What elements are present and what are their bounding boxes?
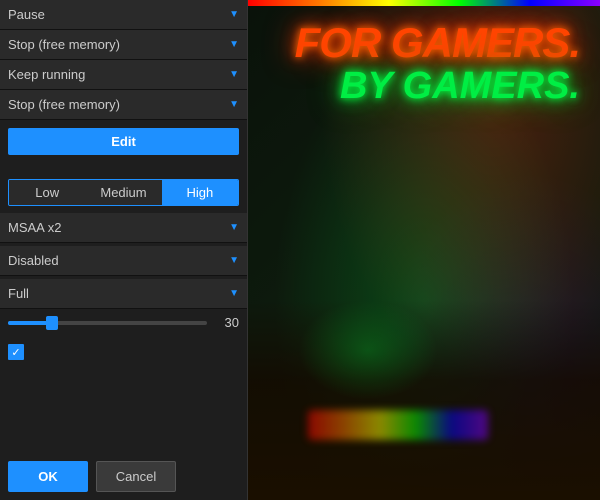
pause-dropdown[interactable]: Pause ▼ [0, 0, 247, 30]
check-icon: ✓ [11, 346, 20, 359]
monitor-glow [298, 300, 438, 400]
pause-label: Pause [8, 7, 225, 22]
keyboard-glow [308, 410, 488, 440]
msaa-arrow-icon: ▼ [229, 222, 239, 233]
msaa-dropdown[interactable]: MSAA x2 ▼ [0, 213, 247, 243]
neon-sign-line1: FOR GAMERS. [248, 10, 600, 66]
checkbox-row: ✓ [0, 336, 247, 368]
disabled-arrow-icon: ▼ [229, 255, 239, 266]
checkbox[interactable]: ✓ [8, 344, 24, 360]
disabled-label: Disabled [8, 253, 225, 268]
ok-button[interactable]: OK [8, 461, 88, 492]
tab-medium[interactable]: Medium [85, 180, 161, 205]
gaming-background: FOR GAMERS. BY GAMERS. [248, 0, 600, 500]
tab-high[interactable]: High [162, 180, 238, 205]
bottom-buttons: OK Cancel [0, 453, 247, 500]
settings-panel: Pause ▼ Stop (free memory) ▼ Keep runnin… [0, 0, 248, 500]
stop-free-1-label: Stop (free memory) [8, 37, 225, 52]
slider-track[interactable] [8, 321, 207, 325]
slider-value: 30 [215, 315, 239, 330]
stop-free-1-arrow-icon: ▼ [229, 39, 239, 50]
neon-sign-line2: BY GAMERS. [248, 66, 600, 108]
keep-running-dropdown[interactable]: Keep running ▼ [0, 60, 247, 90]
stop-free-1-dropdown[interactable]: Stop (free memory) ▼ [0, 30, 247, 60]
edit-button[interactable]: Edit [8, 128, 239, 155]
full-arrow-icon: ▼ [229, 288, 239, 299]
stop-free-2-label: Stop (free memory) [8, 97, 225, 112]
quality-tabs: Low Medium High [8, 179, 239, 206]
cancel-button[interactable]: Cancel [96, 461, 176, 492]
keep-running-arrow-icon: ▼ [229, 69, 239, 80]
slider-row: 30 [0, 309, 247, 336]
stop-free-2-dropdown[interactable]: Stop (free memory) ▼ [0, 90, 247, 120]
disabled-dropdown[interactable]: Disabled ▼ [0, 246, 247, 276]
background-panel: FOR GAMERS. BY GAMERS. [248, 0, 600, 500]
spacer [0, 163, 247, 175]
slider-thumb[interactable] [46, 316, 58, 330]
stop-free-2-arrow-icon: ▼ [229, 99, 239, 110]
full-label: Full [8, 286, 225, 301]
msaa-label: MSAA x2 [8, 220, 225, 235]
tab-low[interactable]: Low [9, 180, 85, 205]
pause-arrow-icon: ▼ [229, 9, 239, 20]
full-dropdown[interactable]: Full ▼ [0, 279, 247, 309]
keep-running-label: Keep running [8, 67, 225, 82]
rainbow-border [248, 0, 600, 6]
